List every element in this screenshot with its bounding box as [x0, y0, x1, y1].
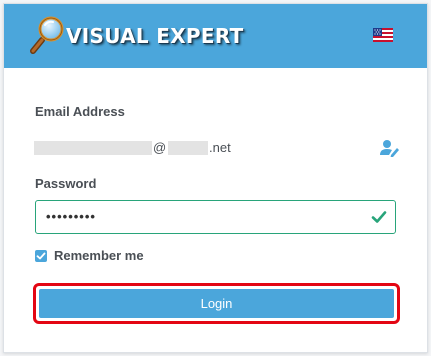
redacted-domain [168, 141, 208, 155]
email-domain-suffix: .net [209, 140, 231, 155]
remember-me-label: Remember me [54, 248, 144, 263]
password-label: Password [35, 176, 97, 191]
login-header: VISUAL EXPERT [4, 4, 427, 68]
check-icon [371, 211, 387, 223]
user-edit-icon[interactable] [380, 139, 400, 157]
logo: VISUAL EXPERT [30, 16, 244, 54]
remember-me-checkbox[interactable] [35, 249, 47, 262]
password-value: ••••••••• [46, 209, 96, 224]
logo-text: VISUAL EXPERT [66, 24, 244, 48]
email-label: Email Address [35, 104, 125, 119]
login-button[interactable]: Login [39, 289, 394, 318]
password-input[interactable]: ••••••••• [35, 200, 396, 234]
checkmark-icon [36, 252, 46, 259]
remember-me[interactable]: Remember me [35, 248, 144, 263]
redacted-username [34, 141, 152, 155]
us-flag-icon[interactable] [373, 28, 393, 42]
login-button-highlight: Login [33, 283, 400, 324]
magnifier-icon [30, 16, 64, 54]
login-card: VISUAL EXPERT Email Address @ .net Passw… [3, 3, 428, 353]
email-field[interactable]: @ .net [34, 137, 400, 161]
email-at-sign: @ [153, 140, 167, 155]
